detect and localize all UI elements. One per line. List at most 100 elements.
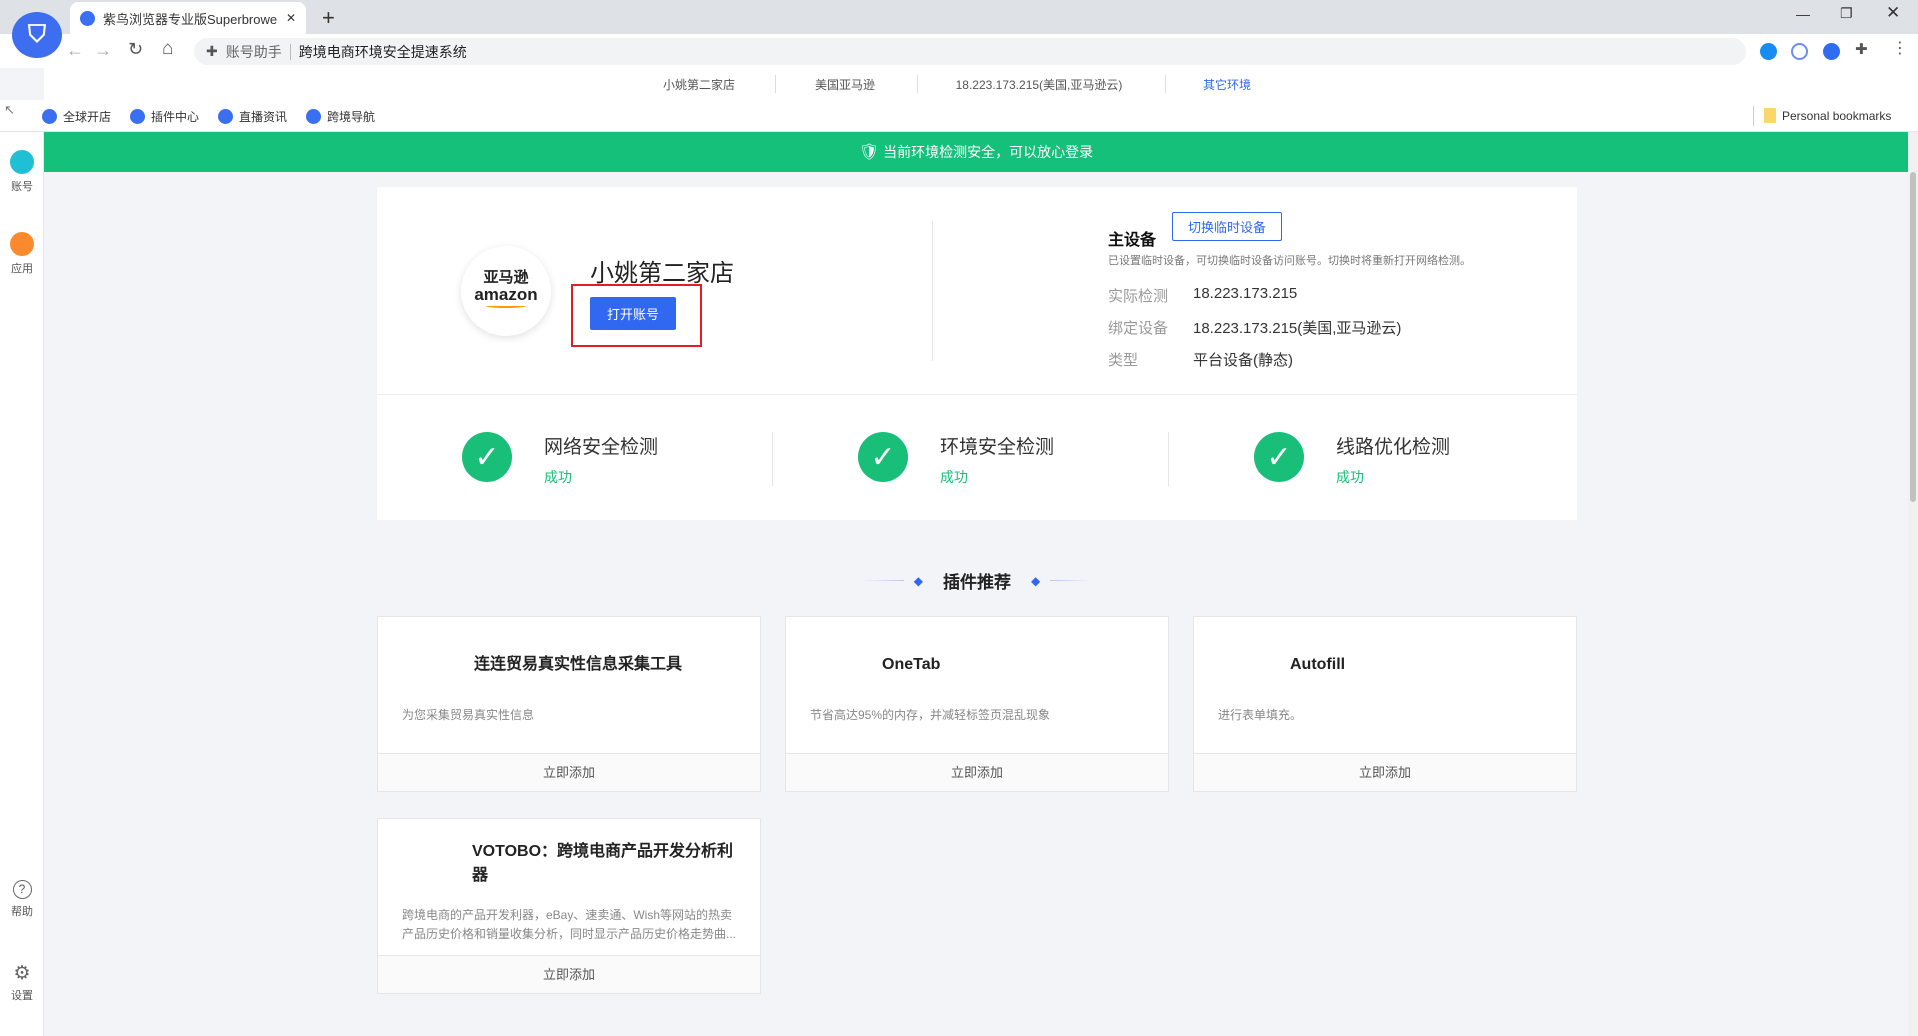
check-status: 成功	[544, 467, 658, 487]
sidebar-label: 账号	[11, 181, 33, 193]
plugin-card: OneTab 节省高达95%的内存，并减轻标签页混乱现象 立即添加	[785, 616, 1169, 792]
reload-icon[interactable]: ↻	[128, 39, 143, 60]
extensions-puzzle-icon[interactable]: ✚	[1855, 40, 1868, 58]
env-other-link[interactable]: 其它环境	[1203, 76, 1251, 93]
row-value: 平台设备(静态)	[1193, 349, 1293, 370]
sidebar-item-apps[interactable]: 应用	[0, 232, 44, 276]
close-tab-icon[interactable]: ✕	[286, 11, 296, 25]
bookmark-nav[interactable]: 跨境导航	[306, 108, 375, 125]
check-route: ✓ 线路优化检测成功	[1254, 432, 1450, 487]
env-platform[interactable]: 美国亚马逊	[815, 76, 875, 93]
bookmark-icon	[306, 109, 321, 124]
bookmarks-bar: ↖ 全球开店 插件中心 直播资讯 跨境导航 Personal bookmarks	[0, 100, 1918, 132]
device-title: 主设备	[1108, 226, 1156, 250]
sidebar-item-settings[interactable]: ⚙设置	[0, 962, 44, 1003]
plugin-card: 连连贸易真实性信息采集工具 为您采集贸易真实性信息 立即添加	[377, 616, 761, 792]
row-value: 18.223.173.215	[1193, 285, 1297, 302]
bookmark-icon	[218, 109, 233, 124]
menu-kebab-icon[interactable]: ⋮	[1892, 38, 1908, 58]
row-value: 18.223.173.215(美国,亚马逊云)	[1193, 317, 1401, 338]
extension-robot-icon[interactable]	[1791, 43, 1808, 65]
store-icon	[10, 150, 34, 174]
bookmark-icon	[130, 109, 145, 124]
arrows-icon[interactable]: ↖	[4, 102, 15, 118]
tab-title: 紫鸟浏览器专业版Superbrower-	[103, 9, 278, 28]
minimize-button[interactable]: —	[1796, 6, 1810, 22]
help-icon: ?	[13, 880, 32, 899]
security-banner: 🛡 当前环境检测安全，可以放心登录	[44, 132, 1908, 172]
row-label: 类型	[1108, 349, 1138, 370]
switch-device-button[interactable]: 切换临时设备	[1172, 212, 1282, 241]
check-title: 网络安全检测	[544, 432, 658, 459]
add-plugin-button[interactable]: 立即添加	[1194, 753, 1576, 791]
back-icon[interactable]: ←	[66, 40, 84, 61]
plugins-heading: ◆ 插件推荐 ◆	[862, 568, 1092, 593]
env-store[interactable]: 小姚第二家店	[663, 76, 735, 93]
plugin-card: Autofill 进行表单填充。 立即添加	[1193, 616, 1577, 792]
open-account-button[interactable]: 打开账号	[590, 297, 676, 330]
personal-bookmarks[interactable]: Personal bookmarks	[1764, 108, 1891, 123]
extension-s-icon[interactable]	[1760, 43, 1777, 65]
bookmark-live[interactable]: 直播资讯	[218, 108, 287, 125]
environment-bar: 小姚第二家店 美国亚马逊 18.223.173.215(美国,亚马逊云) 其它环…	[44, 68, 1918, 100]
extension-puzzle-icon: ✚	[206, 43, 218, 60]
plugin-card: VOTOBO：跨境电商产品开发分析利器 跨境电商的产品开发利器，eBay、速卖通…	[377, 818, 761, 994]
bookmark-label: 全球开店	[63, 108, 111, 125]
check-circle-icon: ✓	[858, 432, 908, 482]
sidebar-item-help[interactable]: ? 帮助	[0, 880, 44, 919]
restore-button[interactable]: ❐	[1840, 5, 1853, 22]
bookmark-label: 插件中心	[151, 108, 199, 125]
bookmark-label: 直播资讯	[239, 108, 287, 125]
account-card: 亚马逊 amazon 小姚第二家店 打开账号 主设备 切换临时设备 已设置临时设…	[377, 187, 1577, 520]
extension-key-icon[interactable]	[1823, 43, 1840, 65]
store-name: 小姚第二家店	[590, 253, 734, 288]
close-window-button[interactable]: ✕	[1886, 3, 1900, 23]
new-tab-button[interactable]: +	[322, 5, 335, 31]
diamond-icon: ◆	[1031, 574, 1040, 588]
check-status: 成功	[940, 467, 1054, 487]
row-label: 实际检测	[1108, 285, 1168, 306]
gear-icon: ⚙	[0, 962, 44, 985]
address-ext-label: 账号助手	[226, 42, 282, 62]
scrollbar-thumb[interactable]	[1910, 172, 1916, 502]
home-icon[interactable]: ⌂	[162, 38, 173, 60]
sidebar-item-account[interactable]: 账号	[0, 150, 44, 194]
plugin-desc: 跨境电商的产品开发利器，eBay、速卖通、Wish等网站的热卖产品历史价格和销量…	[402, 906, 736, 944]
plugin-name: OneTab	[882, 653, 940, 677]
bookmark-global[interactable]: 全球开店	[42, 108, 111, 125]
address-bar[interactable]: ✚ 账号助手 跨境电商环境安全提速系统	[194, 38, 1746, 65]
amazon-logo: 亚马逊 amazon	[461, 246, 551, 336]
check-title: 线路优化检测	[1336, 432, 1450, 459]
plugin-name: Autofill	[1290, 653, 1345, 677]
apps-icon	[10, 232, 34, 256]
diamond-icon: ◆	[914, 574, 923, 588]
folder-icon	[1764, 108, 1776, 123]
plugin-desc: 节省高达95%的内存，并减轻标签页混乱现象	[810, 706, 1144, 725]
plugin-name: VOTOBO：跨境电商产品开发分析利器	[472, 840, 736, 888]
env-ip[interactable]: 18.223.173.215(美国,亚马逊云)	[956, 76, 1123, 93]
browser-tab[interactable]: 紫鸟浏览器专业版Superbrower- ✕	[70, 2, 306, 34]
plugin-desc: 进行表单填充。	[1218, 706, 1552, 725]
add-plugin-button[interactable]: 立即添加	[378, 753, 760, 791]
bookmark-icon	[42, 109, 57, 124]
device-note: 已设置临时设备，可切换临时设备访问账号。切换时将重新打开网络检测。	[1108, 252, 1471, 268]
banner-text: 当前环境检测安全，可以放心登录	[883, 142, 1093, 162]
check-environment: ✓ 环境安全检测成功	[858, 432, 1054, 487]
bookmark-plugins[interactable]: 插件中心	[130, 108, 199, 125]
sidebar-label: 应用	[11, 263, 33, 275]
tab-favicon-icon	[80, 11, 95, 26]
add-plugin-button[interactable]: 立即添加	[786, 753, 1168, 791]
plugins-title: 插件推荐	[943, 568, 1011, 593]
add-plugin-button[interactable]: 立即添加	[378, 955, 760, 993]
forward-icon[interactable]: →	[94, 40, 112, 61]
check-circle-icon: ✓	[1254, 432, 1304, 482]
check-status: 成功	[1336, 467, 1450, 487]
address-text: 跨境电商环境安全提速系统	[299, 42, 467, 62]
sidebar-label: 帮助	[11, 906, 33, 918]
check-circle-icon: ✓	[462, 432, 512, 482]
row-label: 绑定设备	[1108, 317, 1168, 338]
check-title: 环境安全检测	[940, 432, 1054, 459]
plugin-name: 连连贸易真实性信息采集工具	[474, 653, 682, 677]
sidebar: 账号 应用 ? 帮助 ⚙设置	[0, 132, 44, 1036]
bookmark-label: 跨境导航	[327, 108, 375, 125]
